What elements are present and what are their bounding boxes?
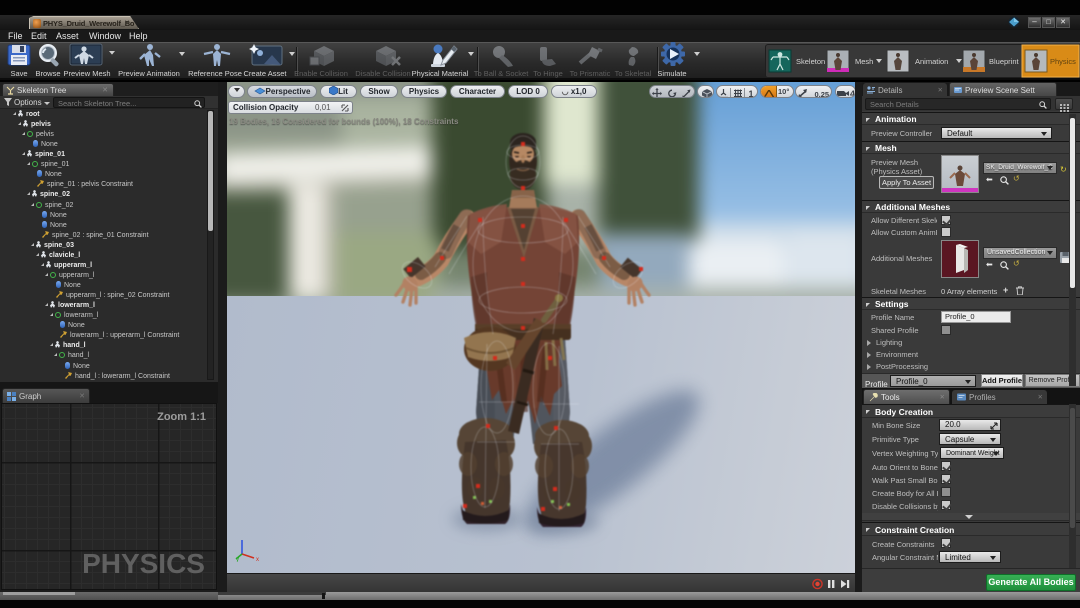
svg-text:Physics: Physics — [1050, 57, 1076, 66]
svg-text:Animation: Animation — [915, 57, 948, 66]
svg-text:Skeleton: Skeleton — [796, 57, 825, 66]
svg-text:x: x — [256, 557, 259, 562]
svg-text:Mesh: Mesh — [855, 57, 873, 66]
svg-text:y: y — [236, 557, 239, 562]
svg-text:1: 1 — [749, 89, 754, 98]
svg-text:Blueprint: Blueprint — [989, 57, 1020, 66]
